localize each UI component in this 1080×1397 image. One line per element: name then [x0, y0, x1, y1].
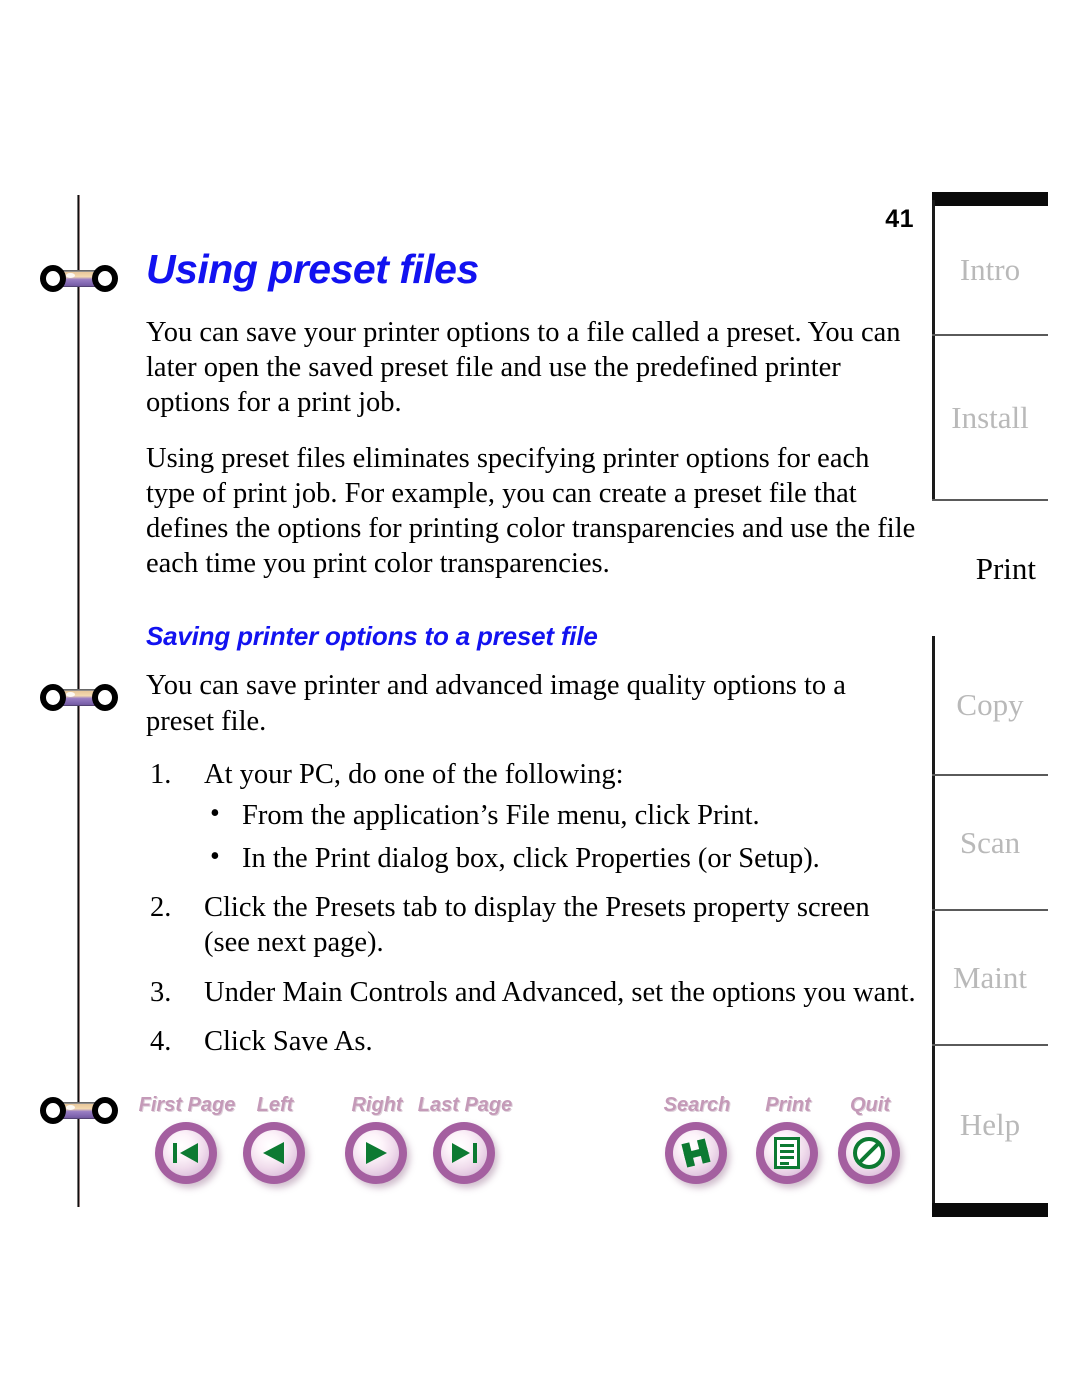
- step-text: At your PC, do one of the following:: [204, 758, 624, 790]
- step-text: Click the Presets tab to display the Pre…: [204, 892, 870, 959]
- ring-cap-right: [92, 265, 118, 292]
- step-number: 4.: [150, 1025, 172, 1057]
- bullet-item: • From the application’s File menu, clic…: [204, 798, 918, 833]
- sidebar-tab-copy[interactable]: Copy: [932, 636, 1048, 776]
- tab-label: Help: [959, 1106, 1021, 1142]
- ring-cap-left: [40, 684, 66, 711]
- page-content: Using preset files You can save your pri…: [146, 246, 918, 1073]
- nav-disc[interactable]: [433, 1122, 495, 1184]
- bullet-text: In the Print dialog box, click Propertie…: [242, 843, 820, 875]
- sidebar-tab-help[interactable]: Help: [932, 1046, 1048, 1203]
- nav-disc[interactable]: [838, 1122, 900, 1184]
- quit-icon: [852, 1136, 886, 1170]
- step-item: 1. At your PC, do one of the following: …: [146, 757, 918, 877]
- binder-ring-top: [40, 265, 118, 292]
- search-icon: [680, 1138, 712, 1168]
- nav-label: Left: [256, 1094, 294, 1116]
- sidebar-tab-maint[interactable]: Maint: [932, 911, 1048, 1046]
- nav-label: Last Page: [417, 1094, 513, 1116]
- tab-label: Maint: [952, 959, 1028, 995]
- bullet-text: From the application’s File menu, click …: [242, 799, 760, 831]
- first-page-icon: [171, 1140, 201, 1166]
- tab-column-bottom-cap: [932, 1203, 1048, 1217]
- print-icon: [774, 1137, 800, 1169]
- next-page-icon: [361, 1140, 391, 1166]
- nav-disc[interactable]: [243, 1122, 305, 1184]
- sidebar-tab-scan[interactable]: Scan: [932, 776, 1048, 911]
- nav-disc[interactable]: [345, 1122, 407, 1184]
- sidebar-tab-print[interactable]: Print: [918, 501, 1050, 636]
- manual-page: 41 Using preset files You can save your …: [0, 0, 1080, 1397]
- nav-disc[interactable]: [665, 1122, 727, 1184]
- intro-paragraph-1: You can save your printer options to a f…: [146, 317, 901, 419]
- bullet-dot-icon: •: [210, 841, 220, 873]
- tab-label: Copy: [956, 687, 1024, 722]
- step-bullets: • From the application’s File menu, clic…: [204, 798, 918, 876]
- page-number: 41: [885, 205, 914, 233]
- procedure-steps: 1. At your PC, do one of the following: …: [146, 757, 918, 1059]
- step-text: Click Save As.: [204, 1025, 373, 1057]
- previous-page-icon: [259, 1140, 289, 1166]
- tab-label: Intro: [959, 252, 1021, 287]
- last-page-icon: [449, 1140, 479, 1166]
- step-item: 3. Under Main Controls and Advanced, set…: [146, 975, 918, 1010]
- tab-label: Scan: [959, 824, 1021, 860]
- ring-cap-left: [40, 265, 66, 292]
- nav-disc[interactable]: [155, 1122, 217, 1184]
- nav-label: Quit: [850, 1094, 890, 1116]
- step-number: 1.: [150, 758, 172, 790]
- sidebar-tab-intro[interactable]: Intro: [932, 206, 1048, 336]
- bullet-item: • In the Print dialog box, click Propert…: [204, 841, 918, 876]
- page-title: Using preset files: [146, 246, 479, 292]
- ring-cap-right: [92, 684, 118, 711]
- tab-label: Print: [975, 550, 1036, 586]
- tab-column-top-cap: [932, 192, 1048, 206]
- bullet-dot-icon: •: [210, 797, 220, 829]
- nav-disc[interactable]: [756, 1122, 818, 1184]
- step-item: 4. Click Save As.: [146, 1024, 918, 1059]
- section-paragraph: You can save printer and advanced image …: [146, 670, 846, 737]
- section-heading: Saving printer options to a preset file: [146, 621, 598, 652]
- binder-ring-middle: [40, 684, 118, 711]
- nav-label: Right: [351, 1094, 403, 1116]
- step-number: 2.: [150, 892, 172, 924]
- nav-label: Search: [663, 1094, 731, 1116]
- navigation-toolbar: First Page Left Right Last Page Search P…: [0, 1094, 1080, 1204]
- nav-label: First Page: [138, 1094, 236, 1116]
- tab-label: Install: [951, 399, 1029, 435]
- section-tab-column: Intro Install Print Copy Scan Maint Help: [918, 192, 1050, 1217]
- step-number: 3.: [150, 976, 172, 1008]
- step-item: 2. Click the Presets tab to display the …: [146, 890, 918, 960]
- intro-paragraph-2: Using preset files eliminates specifying…: [146, 442, 916, 580]
- nav-label: Print: [765, 1094, 811, 1116]
- step-text: Under Main Controls and Advanced, set th…: [204, 976, 916, 1008]
- sidebar-tab-install[interactable]: Install: [932, 336, 1048, 501]
